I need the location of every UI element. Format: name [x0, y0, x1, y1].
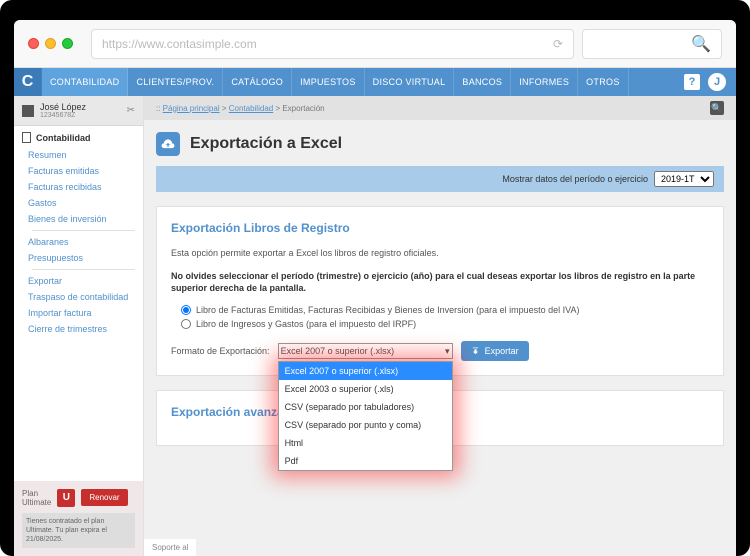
- soporte-tab[interactable]: Soporte al: [144, 539, 196, 556]
- user-id: 12345678Z: [40, 112, 121, 119]
- nav-contabilidad[interactable]: CONTABILIDAD: [42, 68, 128, 96]
- plan-box: Plan Ultimate U Renovar Tienes contratad…: [14, 481, 143, 556]
- breadcrumb: :: Página principal > Contabilidad > Exp…: [144, 96, 736, 120]
- period-label: Mostrar datos del período o ejercicio: [502, 174, 648, 184]
- nav-disco[interactable]: DISCO VIRTUAL: [365, 68, 455, 96]
- card1-p1: Esta opción permite exportar a Excel los…: [171, 247, 709, 260]
- side-resumen[interactable]: Resumen: [22, 147, 143, 163]
- plan-row: Plan Ultimate U Renovar: [22, 489, 135, 507]
- divider: [32, 230, 135, 231]
- format-dropdown: Excel 2007 o superior (.xlsx) Excel 2003…: [278, 361, 453, 471]
- scissors-icon[interactable]: ✂: [127, 105, 135, 116]
- format-opt-csv-tab[interactable]: CSV (separado por tabuladores): [279, 398, 452, 416]
- breadcrumb-path: :: Página principal > Contabilidad > Exp…: [156, 104, 325, 113]
- nav-informes[interactable]: INFORMES: [511, 68, 578, 96]
- user-name: José López: [40, 102, 121, 112]
- help-icon[interactable]: ?: [684, 74, 700, 90]
- app-logo[interactable]: C: [14, 68, 42, 96]
- browser-frame: https://www.contasimple.com ⟳ 🔍 C CONTAB…: [0, 0, 750, 556]
- format-label: Formato de Exportación:: [171, 346, 270, 356]
- period-select[interactable]: 2019-1T: [654, 171, 714, 187]
- side-header: Contabilidad: [22, 132, 143, 143]
- sidebar: José López 12345678Z ✂ Contabilidad Resu…: [14, 96, 144, 556]
- side-exportar[interactable]: Exportar: [22, 273, 143, 289]
- card1-title: Exportación Libros de Registro: [171, 221, 709, 235]
- nav-bancos[interactable]: BANCOS: [454, 68, 511, 96]
- page-title-row: Exportación a Excel: [156, 132, 724, 156]
- side-albaranes[interactable]: Albaranes: [22, 234, 143, 250]
- close-icon[interactable]: [28, 38, 39, 49]
- plan-text: Tienes contratado el plan Ultimate. Tu p…: [22, 513, 135, 548]
- format-row: Formato de Exportación: Excel 2007 o sup…: [171, 341, 709, 361]
- avatar[interactable]: J: [708, 73, 726, 91]
- format-opt-csv-semi[interactable]: CSV (separado por punto y coma): [279, 416, 452, 434]
- export-button-label: Exportar: [485, 346, 519, 356]
- browser-toolbar: https://www.contasimple.com ⟳ 🔍: [14, 20, 736, 68]
- side-facturas-emitidas[interactable]: Facturas emitidas: [22, 163, 143, 179]
- radio-irpf[interactable]: Libro de Ingresos y Gastos (para el impu…: [181, 319, 709, 329]
- nav-otros[interactable]: OTROS: [578, 68, 629, 96]
- nav-impuestos[interactable]: IMPUESTOS: [292, 68, 365, 96]
- user-text: José López 12345678Z: [40, 102, 121, 119]
- content: Exportación a Excel Mostrar datos del pe…: [144, 120, 736, 458]
- side-section: Contabilidad Resumen Facturas emitidas F…: [14, 126, 143, 343]
- nav-catalogo[interactable]: CATÁLOGO: [223, 68, 292, 96]
- bc-home[interactable]: Página principal: [163, 104, 220, 113]
- radio-irpf-label: Libro de Ingresos y Gastos (para el impu…: [196, 319, 416, 329]
- plan-label: Plan: [22, 489, 51, 498]
- export-button[interactable]: Exportar: [461, 341, 529, 361]
- side-header-label: Contabilidad: [36, 133, 91, 143]
- url-text: https://www.contasimple.com: [102, 37, 257, 51]
- side-traspaso[interactable]: Traspaso de contabilidad: [22, 289, 143, 305]
- card-libros-registro: Exportación Libros de Registro Esta opci…: [156, 206, 724, 376]
- maximize-icon[interactable]: [62, 38, 73, 49]
- period-bar: Mostrar datos del período o ejercicio 20…: [156, 166, 724, 192]
- side-importar[interactable]: Importar factura: [22, 305, 143, 321]
- refresh-icon[interactable]: ⟳: [553, 37, 563, 51]
- radio-iva-label: Libro de Facturas Emitidas, Facturas Rec…: [196, 305, 580, 315]
- renovar-button[interactable]: Renovar: [81, 489, 127, 506]
- bc-section[interactable]: Contabilidad: [229, 104, 273, 113]
- url-input[interactable]: https://www.contasimple.com ⟳: [91, 29, 574, 59]
- bc-page: Exportación: [282, 104, 324, 113]
- radio-irpf-input[interactable]: [181, 319, 191, 329]
- doc-icon: [22, 132, 31, 143]
- window-controls: [28, 38, 73, 49]
- cloud-upload-icon: [156, 132, 180, 156]
- side-facturas-recibidas[interactable]: Facturas recibidas: [22, 179, 143, 195]
- user-block: José López 12345678Z ✂: [14, 96, 143, 126]
- body: José López 12345678Z ✂ Contabilidad Resu…: [14, 96, 736, 556]
- format-opt-html[interactable]: Html: [279, 434, 452, 452]
- browser-window: https://www.contasimple.com ⟳ 🔍 C CONTAB…: [14, 20, 736, 556]
- side-bienes[interactable]: Bienes de inversión: [22, 211, 143, 227]
- page-title: Exportación a Excel: [190, 135, 342, 153]
- nav-clientes[interactable]: CLIENTES/PROV.: [128, 68, 223, 96]
- format-opt-xlsx[interactable]: Excel 2007 o superior (.xlsx): [279, 362, 452, 380]
- search-icon[interactable]: 🔍: [710, 101, 724, 115]
- top-nav: C CONTABILIDAD CLIENTES/PROV. CATÁLOGO I…: [14, 68, 736, 96]
- plan-labels: Plan Ultimate: [22, 489, 51, 507]
- radio-iva-input[interactable]: [181, 305, 191, 315]
- format-select-wrap: Excel 2007 o superior (.xlsx) ▾ Excel 20…: [278, 343, 453, 359]
- side-gastos[interactable]: Gastos: [22, 195, 143, 211]
- divider: [32, 269, 135, 270]
- browser-search[interactable]: 🔍: [582, 29, 722, 59]
- app: C CONTABILIDAD CLIENTES/PROV. CATÁLOGO I…: [14, 68, 736, 556]
- search-icon: 🔍: [691, 34, 711, 54]
- card1-p2: No olvides seleccionar el período (trime…: [171, 270, 709, 295]
- chevron-down-icon: ▾: [445, 346, 450, 357]
- side-cierre[interactable]: Cierre de trimestres: [22, 321, 143, 337]
- minimize-icon[interactable]: [45, 38, 56, 49]
- user-icon: [22, 105, 34, 117]
- format-select[interactable]: Excel 2007 o superior (.xlsx) ▾: [278, 343, 453, 359]
- nav-right: ? J: [674, 68, 736, 96]
- plan-badge: U: [57, 489, 75, 507]
- radio-iva[interactable]: Libro de Facturas Emitidas, Facturas Rec…: [181, 305, 709, 315]
- plan-name: Ultimate: [22, 498, 51, 507]
- download-icon: [471, 346, 480, 355]
- format-opt-xls[interactable]: Excel 2003 o superior (.xls): [279, 380, 452, 398]
- side-presupuestos[interactable]: Presupuestos: [22, 250, 143, 266]
- main-content: :: Página principal > Contabilidad > Exp…: [144, 96, 736, 556]
- format-opt-pdf[interactable]: Pdf: [279, 452, 452, 470]
